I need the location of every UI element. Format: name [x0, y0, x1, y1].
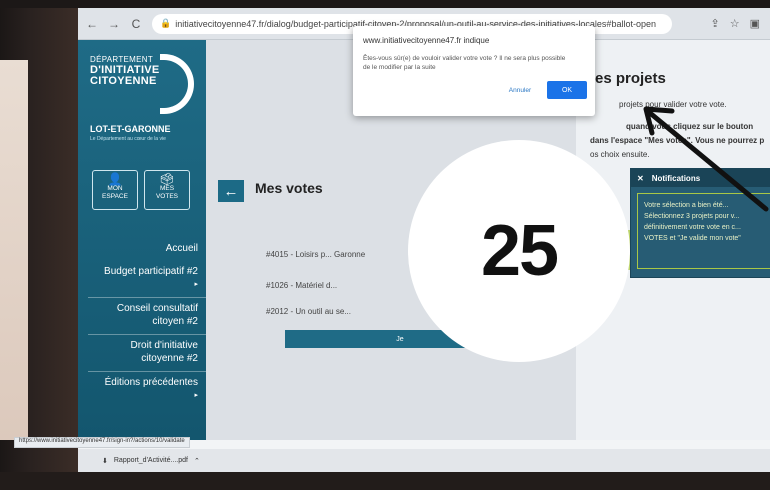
- quick-link-mes-votes[interactable]: 🗳 MES VOTES: [144, 170, 190, 210]
- user-icon: 👤: [107, 172, 123, 186]
- brand-tagline: Le Département au cœur de la vie: [90, 136, 166, 142]
- caret-icon: ▸: [194, 281, 198, 288]
- page-title: Mes votes: [255, 180, 323, 196]
- confirm-dialog: www.initiativecitoyenne47.fr indique Ête…: [353, 26, 595, 116]
- sidebar-item-accueil[interactable]: Accueil: [88, 238, 206, 261]
- pointer-arrow-icon: [643, 106, 769, 212]
- lock-icon: 🔒: [160, 18, 172, 28]
- downloads-bar: ⬇ Rapport_d'Activité....pdf ⌃: [78, 449, 770, 472]
- sidebar-menu: Accueil Budget participatif #2 ▸ Conseil…: [78, 238, 206, 408]
- status-bar-link: https://www.initiativecitoyenne47.fr/sig…: [14, 437, 190, 448]
- ok-button[interactable]: OK: [547, 81, 587, 99]
- quick-link-mon-espace[interactable]: 👤 MON ESPACE: [92, 170, 138, 210]
- ballot-icon: 🗳: [159, 172, 175, 186]
- sidebar-item-budget-participatif[interactable]: Budget participatif #2 ▸: [88, 261, 206, 298]
- sidebar-item-label: Éditions précédentes: [104, 377, 198, 388]
- sidebar-item-label: Budget participatif #2: [104, 266, 198, 277]
- chevron-up-icon[interactable]: ⌃: [194, 457, 200, 465]
- pdf-file-icon: ⬇: [102, 457, 108, 465]
- dialog-message: Êtes-vous sûr(e) de vouloir valider votr…: [363, 55, 566, 71]
- sidebar: DÉPARTEMENT D'INITIATIVE CITOYENNE LOT-E…: [78, 40, 206, 440]
- dialog-title: www.initiativecitoyenne47.fr indique: [363, 36, 490, 45]
- cancel-button[interactable]: Annuler: [498, 82, 542, 98]
- back-icon[interactable]: ←: [84, 16, 100, 32]
- section-title: es projets: [595, 70, 666, 87]
- extensions-icon[interactable]: ▣: [750, 17, 760, 30]
- step-number: 25: [480, 211, 559, 291]
- reload-icon[interactable]: C: [128, 16, 144, 32]
- monitor-bezel-top: [0, 0, 770, 8]
- screen: ← → C 🔒 initiativecitoyenne47.fr/dialog/…: [78, 8, 770, 472]
- quick-link-label: MES: [159, 185, 175, 192]
- vote-item: #2012 - Un outil au se...: [266, 307, 351, 316]
- caret-icon: ▸: [194, 392, 198, 399]
- site-logo[interactable]: DÉPARTEMENT D'INITIATIVE CITOYENNE: [90, 54, 194, 116]
- brand-name: LOT-ET-GARONNE: [90, 124, 171, 134]
- sidebar-item-editions-precedentes[interactable]: Éditions précédentes ▸: [88, 372, 206, 408]
- quick-link-label: MON: [107, 185, 123, 192]
- back-arrow-icon[interactable]: ←: [218, 180, 244, 202]
- bookmark-star-icon[interactable]: ☆: [730, 17, 740, 30]
- quick-link-label: ESPACE: [102, 193, 128, 200]
- quick-link-label: VOTES: [155, 193, 179, 200]
- step-number-badge: 25: [408, 140, 630, 362]
- forward-icon[interactable]: →: [106, 16, 122, 32]
- sidebar-item-conseil-consultatif[interactable]: Conseil consultatif citoyen #2: [88, 298, 206, 335]
- sidebar-item-droit-initiative[interactable]: Droit d'initiative citoyenne #2: [88, 335, 206, 372]
- share-icon[interactable]: ⇪: [711, 17, 720, 30]
- download-item[interactable]: Rapport_d'Activité....pdf: [114, 457, 188, 464]
- background-wall: [0, 60, 28, 440]
- monitor-bezel-bottom: [0, 472, 770, 490]
